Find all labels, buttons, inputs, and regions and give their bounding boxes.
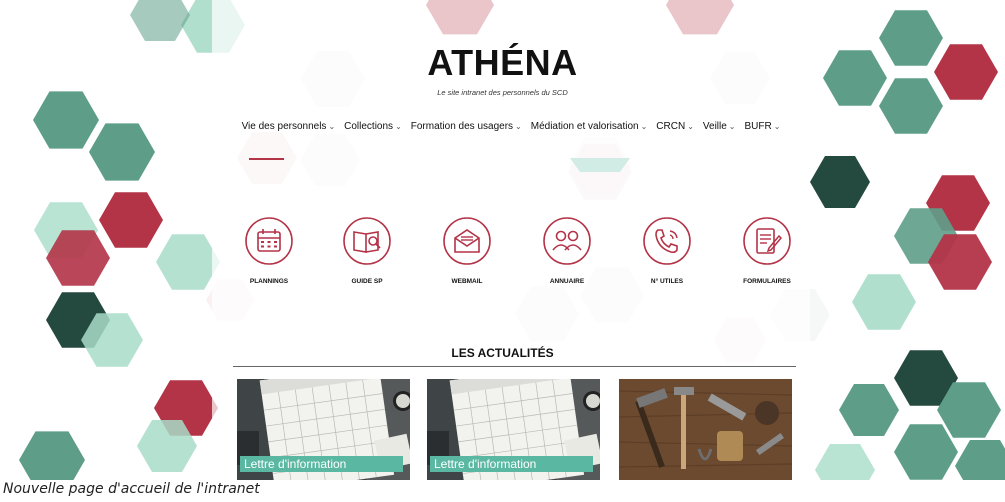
news-section-title: LES ACTUALITÉS — [451, 346, 554, 360]
quick-link-label: N° UTILES — [650, 278, 684, 285]
decorative-hexagon — [955, 440, 1005, 480]
form-icon — [743, 217, 791, 265]
chevron-down-icon: ⌄ — [728, 122, 736, 131]
decorative-hexagon — [19, 431, 85, 480]
chevron-down-icon: ⌄ — [773, 122, 781, 131]
chevron-down-icon: ⌄ — [687, 122, 694, 131]
book-search-icon — [343, 217, 391, 265]
envelope-icon — [443, 217, 491, 265]
nav-item-label: Collections — [344, 121, 394, 132]
quick-link-label: PLANNINGS — [249, 278, 289, 285]
site-title[interactable]: ATHÉNA — [0, 42, 1005, 84]
decorative-hexagon — [89, 123, 155, 181]
news-card[interactable] — [619, 379, 792, 480]
decorative-hexagon — [879, 78, 943, 134]
nav-item-label: CRCN — [656, 121, 686, 132]
nav-item-label: Vie des personnels — [241, 121, 327, 132]
quick-link-annuaire[interactable]: ANNUAIRE — [512, 216, 622, 285]
nav-item-formation-des-usagers[interactable]: Formation des usagers ⌄ — [411, 121, 522, 132]
nav-item-mediation-et-valorisation[interactable]: Médiation et valorisation ⌄ — [531, 121, 648, 132]
nav-item-label: BUFR — [744, 121, 772, 132]
nav-item-crcn[interactable]: CRCN ⌄ — [656, 121, 694, 132]
nav-item-bufr[interactable]: BUFR ⌄ — [745, 121, 781, 132]
quick-links: PLANNINGS GUIDE SP WEBMAIL ANNUAIRE N° U… — [218, 216, 810, 296]
quick-link-guide-sp[interactable]: GUIDE SP — [312, 216, 422, 285]
divider — [233, 366, 796, 367]
quick-link-label: FORMULAIRES — [743, 278, 791, 285]
quick-link-label: WEBMAIL — [451, 278, 483, 285]
chevron-down-icon: ⌄ — [395, 122, 402, 131]
decorative-hexagon — [815, 444, 875, 480]
nav-item-collections[interactable]: Collections ⌄ — [344, 121, 402, 132]
decorative-hexagon — [99, 192, 163, 248]
main-nav: Vie des personnels ⌄ Collections ⌄ Formati… — [212, 121, 810, 132]
quick-link-label: GUIDE SP — [351, 278, 383, 285]
figure-caption: Nouvelle page d'accueil de l'intranet — [3, 481, 260, 497]
chevron-down-icon: ⌄ — [640, 122, 648, 131]
quick-link-webmail[interactable]: WEBMAIL — [412, 216, 522, 285]
decorative-hexagon — [852, 274, 916, 330]
nav-item-veille[interactable]: Veille ⌄ — [703, 121, 736, 132]
decorative-hexagon — [839, 384, 899, 436]
news-card-tag: Lettre d'information — [430, 456, 593, 472]
quick-link-formulaires[interactable]: FORMULAIRES — [712, 216, 822, 285]
intranet-homepage: ATHÉNA Le site intranet des personnels d… — [0, 0, 1005, 480]
calendar-icon — [245, 217, 293, 265]
quick-link-plannings[interactable]: PLANNINGS — [214, 216, 324, 285]
site-subtitle: Le site intranet des personnels du SCD — [437, 88, 568, 97]
nav-item-vie-des-personnels[interactable]: Vie des personnels ⌄ — [242, 121, 336, 132]
chevron-down-icon: ⌄ — [328, 122, 336, 131]
quick-link-numeros-utiles[interactable]: N° UTILES — [612, 216, 722, 285]
phone-icon — [643, 217, 691, 265]
nav-item-label: Médiation et valorisation — [530, 121, 639, 132]
people-icon — [543, 217, 591, 265]
decorative-hexagon — [130, 0, 190, 41]
tools-on-wood-photo — [619, 379, 792, 480]
nav-item-label: Veille — [702, 121, 727, 132]
decorative-hexagon — [810, 156, 870, 208]
news-card-tag: Lettre d'information — [240, 456, 403, 472]
nav-item-label: Formation des usagers — [410, 121, 514, 132]
decorative-hexagon — [156, 234, 220, 290]
decorative-hexagon — [894, 424, 958, 480]
chevron-down-icon: ⌄ — [515, 122, 522, 131]
active-nav-indicator — [249, 158, 284, 160]
news-card[interactable]: Lettre d'information — [427, 379, 600, 480]
quick-link-label: ANNUAIRE — [549, 278, 585, 285]
decorative-hexagon — [33, 91, 99, 149]
news-card[interactable]: Lettre d'information — [237, 379, 410, 480]
